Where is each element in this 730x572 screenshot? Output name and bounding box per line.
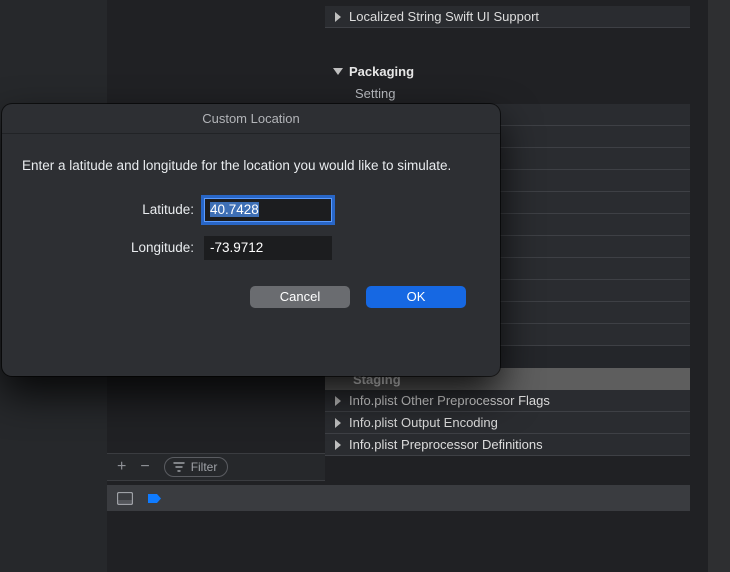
- filter-icon: [173, 462, 185, 472]
- latitude-label: Latitude:: [22, 202, 204, 217]
- setting-label: Info.plist Output Encoding: [349, 415, 498, 430]
- column-header-setting: Setting: [325, 82, 690, 104]
- section-title: Packaging: [349, 64, 414, 79]
- filter-toolbar: + − Filter: [107, 453, 325, 481]
- right-edge: [708, 0, 730, 572]
- setting-row[interactable]: Info.plist Other Preprocessor Flags: [325, 390, 690, 412]
- setting-row[interactable]: Info.plist Preprocessor Definitions: [325, 434, 690, 456]
- chevron-right-icon: [335, 396, 341, 406]
- custom-location-dialog: Custom Location Enter a latitude and lon…: [2, 104, 500, 376]
- ok-button[interactable]: OK: [366, 286, 466, 308]
- dialog-title: Custom Location: [2, 104, 500, 134]
- setting-row[interactable]: Localized String Swift UI Support: [325, 6, 690, 28]
- bookmark-icon[interactable]: [147, 492, 163, 505]
- section-header-packaging[interactable]: Packaging: [325, 60, 690, 82]
- debug-bar: [107, 485, 690, 511]
- dialog-prompt: Enter a latitude and longitude for the l…: [22, 156, 480, 176]
- longitude-label: Longitude:: [22, 240, 204, 255]
- chevron-right-icon: [335, 418, 341, 428]
- longitude-input[interactable]: [204, 236, 332, 260]
- latitude-input[interactable]: [204, 198, 332, 222]
- setting-label: Info.plist Other Preprocessor Flags: [349, 393, 550, 408]
- panel-icon[interactable]: [117, 492, 133, 505]
- filter-field[interactable]: Filter: [164, 457, 229, 477]
- cancel-button[interactable]: Cancel: [250, 286, 350, 308]
- remove-button[interactable]: −: [140, 459, 149, 475]
- chevron-down-icon: [333, 68, 343, 75]
- setting-row[interactable]: Info.plist Output Encoding: [325, 412, 690, 434]
- setting-label: Localized String Swift UI Support: [349, 9, 539, 24]
- chevron-right-icon: [335, 440, 341, 450]
- add-button[interactable]: +: [117, 459, 126, 475]
- chevron-right-icon: [335, 12, 341, 22]
- setting-label: Info.plist Preprocessor Definitions: [349, 437, 543, 452]
- filter-placeholder: Filter: [191, 460, 218, 474]
